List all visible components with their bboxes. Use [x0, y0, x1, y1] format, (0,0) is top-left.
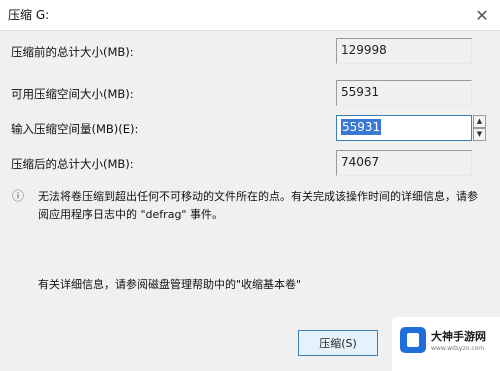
input-row: 输入压缩空间量(MB)(E): 55931 ▲ ▼: [0, 115, 500, 145]
watermark-name: 大神手游网: [431, 330, 486, 343]
available-value: 55931: [341, 85, 380, 99]
chevron-down-icon: ▼: [476, 130, 483, 138]
available-value-box: 55931: [336, 80, 472, 106]
shrink-button-label: 压缩(S): [319, 337, 357, 350]
close-button[interactable]: ✕: [464, 0, 500, 30]
shrink-amount-spinner[interactable]: ▲ ▼: [473, 115, 486, 141]
chevron-up-icon: ▲: [476, 117, 483, 125]
available-row: 可用压缩空间大小(MB): 55931: [0, 80, 500, 110]
total-after-row: 压缩后的总计大小(MB): 74067: [0, 150, 500, 180]
total-after-value-box: 74067: [336, 150, 472, 176]
shrink-amount-input[interactable]: 55931: [336, 115, 472, 141]
spin-up-button[interactable]: ▲: [473, 115, 486, 128]
shrink-button[interactable]: 压缩(S): [298, 330, 378, 356]
title-bar: 压缩 G: ✕: [0, 0, 500, 31]
total-before-value: 129998: [341, 43, 387, 57]
total-after-value: 74067: [341, 155, 380, 169]
window-title: 压缩 G:: [8, 8, 50, 22]
info-message: 无法将卷压缩到超出任何不可移动的文件所在的点。有关完成该操作时间的详细信息，请参…: [38, 190, 478, 221]
info-icon: ⓘ: [11, 189, 24, 203]
total-after-label: 压缩后的总计大小(MB):: [11, 157, 134, 171]
total-before-value-box: 129998: [336, 38, 472, 64]
watermark-logo-icon: [400, 327, 426, 353]
available-label: 可用压缩空间大小(MB):: [11, 87, 134, 101]
close-icon: ✕: [475, 5, 489, 25]
total-before-row: 压缩前的总计大小(MB): 129998: [0, 38, 500, 68]
watermark: 大神手游网 www.wdsyzn.com: [392, 317, 500, 371]
input-label: 输入压缩空间量(MB)(E):: [11, 122, 139, 136]
spin-down-button[interactable]: ▼: [473, 128, 486, 141]
total-before-label: 压缩前的总计大小(MB):: [11, 45, 134, 59]
watermark-url: www.wdsyzn.com: [431, 345, 485, 352]
shrink-amount-value: 55931: [341, 119, 382, 135]
help-message: 有关详细信息，请参阅磁盘管理帮助中的"收缩基本卷": [38, 278, 302, 291]
